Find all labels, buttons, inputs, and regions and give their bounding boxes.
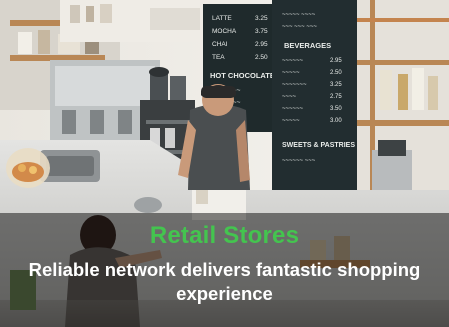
svg-text:2.50: 2.50 [255, 54, 268, 61]
svg-text:3.25: 3.25 [330, 82, 342, 88]
svg-text:3.25: 3.25 [255, 15, 268, 22]
svg-text:3.00: 3.00 [330, 118, 342, 124]
caption: Retail Stores Reliable network delivers … [0, 222, 449, 306]
caption-title: Retail Stores [149, 222, 300, 249]
svg-text:CHAI: CHAI [212, 41, 228, 48]
svg-text:2.75: 2.75 [330, 94, 342, 100]
svg-text:~~~~~ ~~~~: ~~~~~ ~~~~ [282, 12, 316, 18]
svg-text:MOCHA: MOCHA [212, 28, 237, 35]
svg-text:~~~~~: ~~~~~ [282, 118, 300, 124]
svg-text:SWEETS & PASTRIES: SWEETS & PASTRIES [282, 142, 355, 149]
svg-text:BEVERAGES: BEVERAGES [284, 41, 331, 50]
svg-text:~~~~~: ~~~~~ [282, 70, 300, 76]
retail-stores-card: LATTE 3.25 MOCHA 3.75 CHAI 2.95 TEA 2.50 HOT… [0, 0, 449, 327]
svg-text:2.95: 2.95 [330, 58, 342, 64]
svg-text:~~~~~~: ~~~~~~ [282, 58, 304, 64]
svg-text:~~~~~~: ~~~~~~ [282, 106, 304, 112]
svg-text:~~~~: ~~~~ [282, 94, 297, 100]
svg-text:~~~~~~~: ~~~~~~~ [282, 82, 307, 88]
caption-subtitle: Reliable network delivers fantastic shop… [28, 259, 421, 304]
svg-text:3.50: 3.50 [330, 106, 342, 112]
svg-text:TEA: TEA [212, 54, 225, 61]
svg-text:2.50: 2.50 [330, 70, 342, 76]
svg-text:HOT CHOCOLATE: HOT CHOCOLATE [210, 71, 275, 80]
svg-text:2.95: 2.95 [255, 41, 268, 48]
svg-text:LATTE: LATTE [212, 15, 232, 22]
svg-text:3.75: 3.75 [255, 28, 268, 35]
svg-text:~~~~~~ ~~~: ~~~~~~ ~~~ [282, 158, 316, 164]
svg-text:~~~ ~~~ ~~~: ~~~ ~~~ ~~~ [282, 24, 317, 30]
